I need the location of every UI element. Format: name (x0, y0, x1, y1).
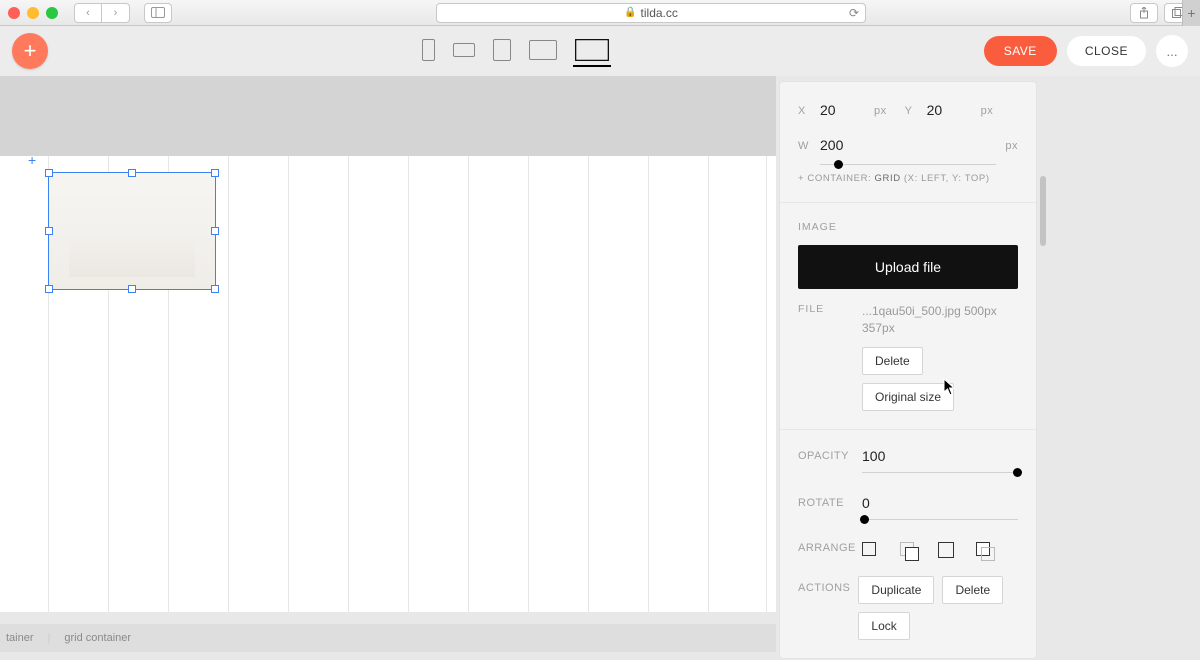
arrange-bring-forward-button[interactable] (900, 542, 922, 564)
device-tablet[interactable] (491, 35, 513, 67)
duplicate-button[interactable]: Duplicate (858, 576, 934, 604)
device-switcher (420, 35, 611, 67)
forward-button[interactable]: › (102, 3, 130, 23)
x-input[interactable] (820, 100, 866, 121)
w-label: W (798, 140, 812, 152)
panel-scrollbar[interactable] (1040, 176, 1046, 246)
share-button[interactable] (1130, 3, 1158, 23)
editor-toolbar: + SAVE CLOSE ... (0, 26, 1200, 76)
rotate-value[interactable]: 0 (862, 495, 1018, 511)
y-input[interactable] (927, 100, 973, 121)
selected-image-element[interactable] (48, 172, 216, 290)
editor-stage[interactable]: + tainer | grid container (0, 76, 776, 660)
device-desktop[interactable] (573, 35, 611, 67)
phone-landscape-icon (453, 43, 475, 57)
width-slider[interactable] (820, 164, 996, 165)
tablet-icon (493, 39, 511, 61)
more-button[interactable]: ... (1156, 35, 1188, 67)
upload-file-button[interactable]: Upload file (798, 245, 1018, 289)
sidebar-icon (151, 7, 165, 18)
placed-image (49, 173, 215, 289)
minimize-window-icon[interactable] (27, 7, 39, 19)
tablet-landscape-icon (529, 40, 557, 60)
container-note: + CONTAINER: GRID (X: LEFT, Y: TOP) (798, 173, 1018, 184)
image-section-label: IMAGE (798, 221, 1018, 233)
w-input[interactable] (820, 135, 866, 156)
save-button[interactable]: SAVE (984, 36, 1057, 66)
reload-icon[interactable]: ⟳ (849, 6, 859, 20)
breadcrumb-bar: tainer | grid container (0, 624, 776, 652)
inspector-panel: X px Y px W px + CONTAINER: GRID (X: LEF… (780, 82, 1036, 658)
maximize-window-icon[interactable] (46, 7, 58, 19)
opacity-slider[interactable] (862, 472, 1018, 473)
opacity-label: OPACITY (798, 450, 854, 462)
window-controls (8, 7, 58, 19)
arrange-send-to-back-button[interactable] (976, 542, 998, 564)
plus-icon: + (24, 38, 37, 64)
arrange-label: ARRANGE (798, 542, 854, 554)
phone-icon (422, 39, 435, 61)
rotate-label: ROTATE (798, 497, 854, 509)
back-button[interactable]: ‹ (74, 3, 102, 23)
share-icon (1138, 7, 1150, 19)
breadcrumb-item[interactable]: grid container (64, 632, 131, 644)
x-label: X (798, 105, 812, 117)
url-bar[interactable]: 🔒 tilda.cc ⟳ (436, 3, 866, 23)
new-tab-button[interactable]: + (1182, 0, 1200, 26)
y-label: Y (905, 105, 919, 117)
breadcrumb-item[interactable]: tainer (6, 632, 34, 644)
browser-chrome: ‹ › 🔒 tilda.cc ⟳ (0, 0, 1200, 26)
original-size-button[interactable]: Original size (862, 383, 954, 411)
close-window-icon[interactable] (8, 7, 20, 19)
lock-button[interactable]: Lock (858, 612, 909, 640)
close-button[interactable]: CLOSE (1067, 36, 1146, 66)
origin-crosshair-icon: + (28, 152, 36, 168)
add-block-button[interactable]: + (12, 33, 48, 69)
device-phone-landscape[interactable] (451, 39, 477, 63)
rotate-slider[interactable] (862, 519, 1018, 520)
opacity-value[interactable]: 100 (862, 448, 1018, 464)
url-text: tilda.cc (641, 6, 678, 20)
x-unit: px (874, 105, 887, 117)
arrange-send-backward-button[interactable] (938, 542, 960, 564)
device-phone[interactable] (420, 35, 437, 67)
y-unit: px (981, 105, 994, 117)
file-name: ...1qau50i_500.jpg 500px 357px (862, 303, 1018, 337)
sidebar-toggle-button[interactable] (144, 3, 172, 23)
lock-icon: 🔒 (624, 7, 636, 18)
w-unit: px (1005, 140, 1018, 152)
file-label: FILE (798, 303, 854, 337)
device-tablet-landscape[interactable] (527, 36, 559, 66)
action-delete-button[interactable]: Delete (942, 576, 1003, 604)
desktop-icon (575, 39, 609, 61)
canvas[interactable]: + (0, 156, 776, 612)
actions-label: ACTIONS (798, 582, 850, 594)
file-delete-button[interactable]: Delete (862, 347, 923, 375)
nav-back-forward: ‹ › (74, 3, 130, 23)
arrange-bring-to-front-button[interactable] (862, 542, 884, 564)
